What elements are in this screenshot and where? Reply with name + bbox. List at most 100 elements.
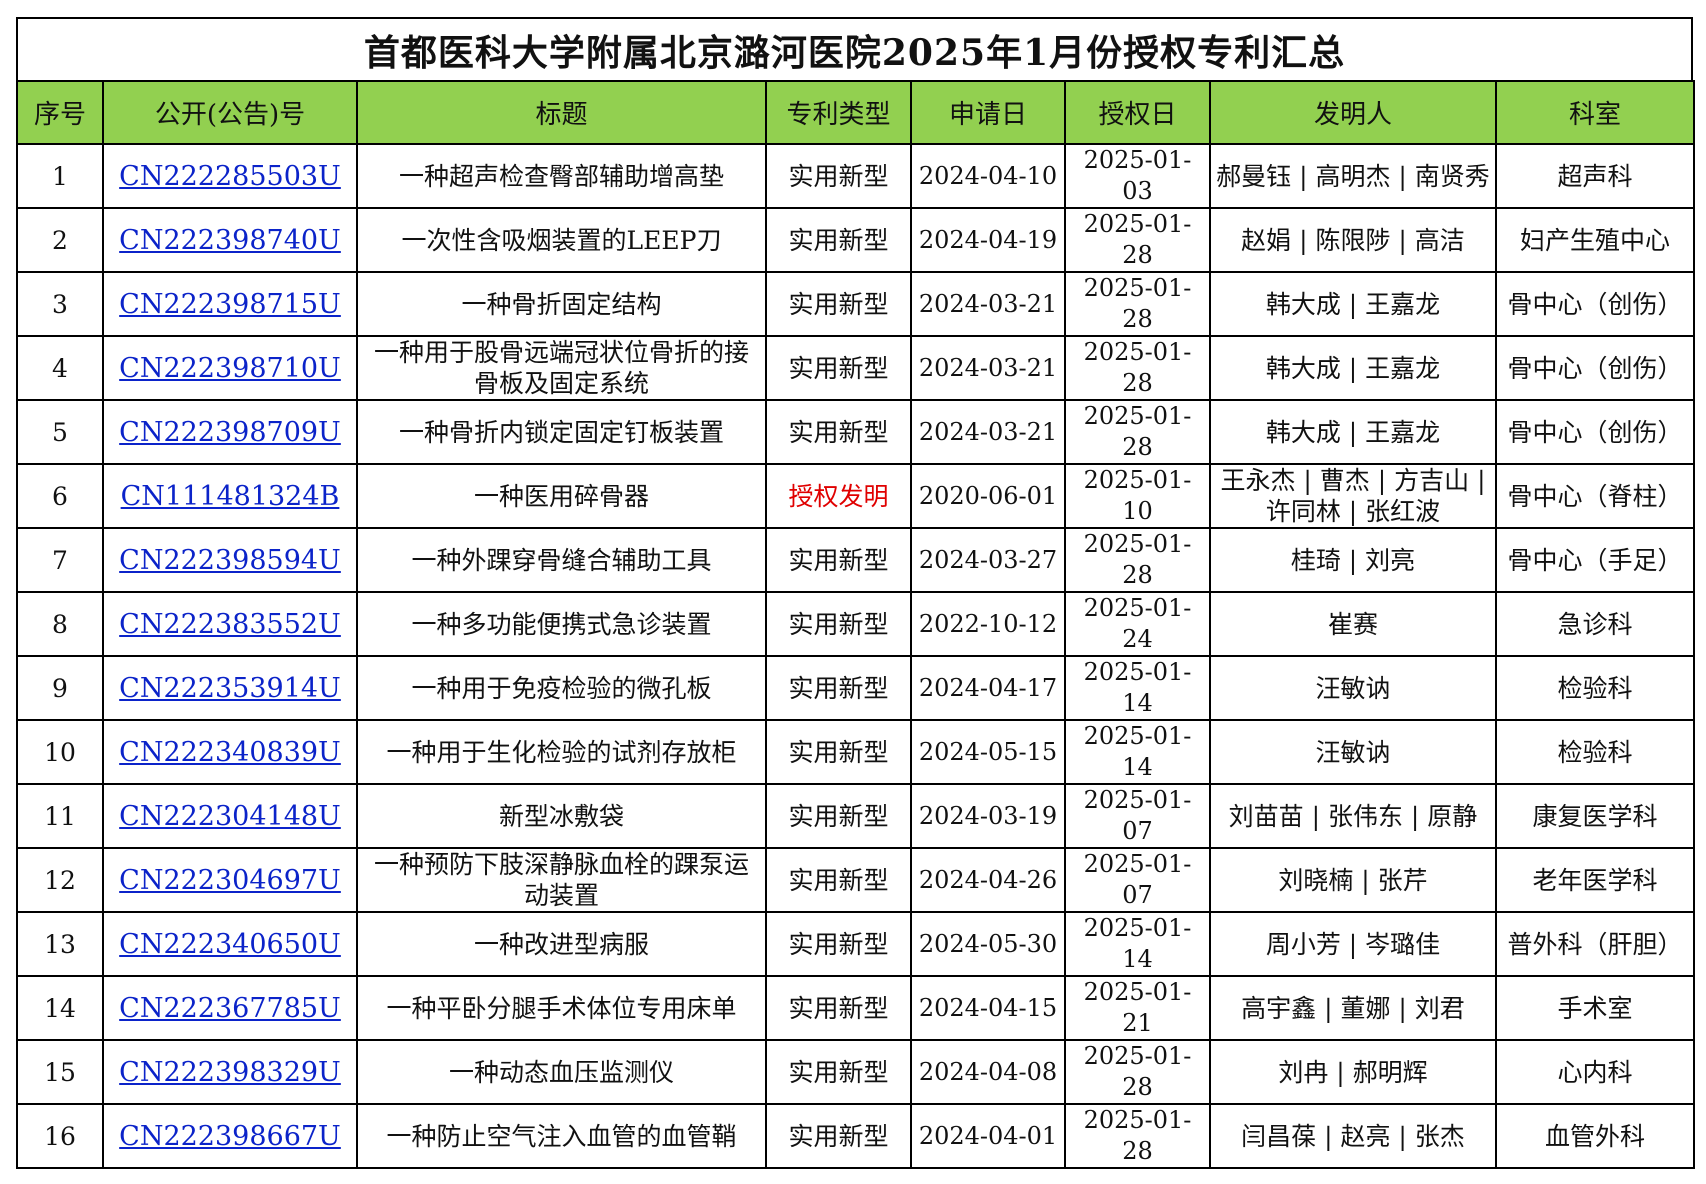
inventors: 韩大成 | 王嘉龙 (1209, 271, 1497, 337)
publication-number-link[interactable]: CN222398709U (119, 417, 341, 448)
table-row: 3 CN222398715U 一种骨折固定结构 实用新型 2024-03-21 2025-… (16, 271, 1695, 337)
publication-number-link[interactable]: CN222398715U (119, 289, 341, 320)
grant-date: 2025-01-24 (1064, 591, 1211, 657)
row-index: 1 (16, 143, 104, 209)
application-date: 2024-04-10 (910, 143, 1066, 209)
row-index: 8 (16, 591, 104, 657)
publication-number-cell: CN222398740U (102, 207, 358, 273)
application-date: 2024-04-01 (910, 1103, 1066, 1169)
patent-title: 一种改进型病服 (356, 911, 767, 977)
patent-title: 一种动态血压监测仪 (356, 1039, 767, 1105)
patent-table: 序号 公开(公告)号 标题 专利类型 申请日 授权日 发明人 科室 1 CN222… (16, 80, 1695, 1169)
application-date: 2024-04-19 (910, 207, 1066, 273)
publication-number-cell: CN222340650U (102, 911, 358, 977)
application-date: 2024-05-30 (910, 911, 1066, 977)
patent-type: 实用新型 (765, 399, 912, 465)
grant-date: 2025-01-28 (1064, 527, 1211, 593)
grant-date: 2025-01-28 (1064, 271, 1211, 337)
publication-number-link[interactable]: CN222383552U (119, 609, 341, 640)
application-date: 2024-04-08 (910, 1039, 1066, 1105)
inventors: 韩大成 | 王嘉龙 (1209, 399, 1497, 465)
publication-number-cell: CN222340839U (102, 719, 358, 785)
table-row: 10 CN222340839U 一种用于生化检验的试剂存放柜 实用新型 2024-05-… (16, 719, 1695, 785)
row-index: 14 (16, 975, 104, 1041)
patent-type: 实用新型 (765, 207, 912, 273)
publication-number-link[interactable]: CN222367785U (119, 993, 341, 1024)
publication-number-link[interactable]: CN222398667U (119, 1121, 341, 1152)
patent-title: 一种用于免疫检验的微孔板 (356, 655, 767, 721)
grant-date: 2025-01-14 (1064, 911, 1211, 977)
row-index: 15 (16, 1039, 104, 1105)
publication-number-link[interactable]: CN222398710U (119, 353, 341, 384)
publication-number-cell: CN222304697U (102, 847, 358, 913)
publication-number-link[interactable]: CN222285503U (119, 161, 341, 192)
publication-number-link[interactable]: CN222398329U (119, 1057, 341, 1088)
application-date: 2024-03-27 (910, 527, 1066, 593)
table-row: 4 CN222398710U 一种用于股骨远端冠状位骨折的接骨板及固定系统 实用新型 2… (16, 335, 1695, 401)
grant-date: 2025-01-03 (1064, 143, 1211, 209)
row-index: 10 (16, 719, 104, 785)
inventors: 韩大成 | 王嘉龙 (1209, 335, 1497, 401)
inventors: 周小芳 | 岑璐佳 (1209, 911, 1497, 977)
table-row: 9 CN222353914U 一种用于免疫检验的微孔板 实用新型 2024-04-17 2… (16, 655, 1695, 721)
department: 普外科（肝胆） (1495, 911, 1695, 977)
publication-number-link[interactable]: CN222340650U (119, 929, 341, 960)
department: 骨中心（创伤） (1495, 271, 1695, 337)
department: 骨中心（创伤） (1495, 335, 1695, 401)
grant-date: 2025-01-28 (1064, 1103, 1211, 1169)
application-date: 2024-03-21 (910, 271, 1066, 337)
application-date: 2024-03-21 (910, 399, 1066, 465)
department: 老年医学科 (1495, 847, 1695, 913)
publication-number-cell: CN222398709U (102, 399, 358, 465)
row-index: 7 (16, 527, 104, 593)
publication-number-link[interactable]: CN111481324B (121, 481, 340, 512)
grant-date: 2025-01-28 (1064, 1039, 1211, 1105)
row-index: 2 (16, 207, 104, 273)
publication-number-link[interactable]: CN222398594U (119, 545, 341, 576)
patent-type: 实用新型 (765, 143, 912, 209)
publication-number-link[interactable]: CN222304697U (119, 865, 341, 896)
patent-type: 实用新型 (765, 1103, 912, 1169)
row-index: 11 (16, 783, 104, 849)
inventors: 赵娟 | 陈限陟 | 高洁 (1209, 207, 1497, 273)
department: 心内科 (1495, 1039, 1695, 1105)
sheet-title: 首都医科大学附属北京潞河医院2025年1月份授权专利汇总 (363, 31, 1346, 74)
grant-date: 2025-01-14 (1064, 655, 1211, 721)
application-date: 2024-04-17 (910, 655, 1066, 721)
table-row: 7 CN222398594U 一种外踝穿骨缝合辅助工具 实用新型 2024-03-27 2… (16, 527, 1695, 593)
publication-number-cell: CN222398329U (102, 1039, 358, 1105)
publication-number-link[interactable]: CN222340839U (119, 737, 341, 768)
patent-type: 实用新型 (765, 847, 912, 913)
header-patent-type: 专利类型 (765, 80, 912, 145)
header-row: 序号 公开(公告)号 标题 专利类型 申请日 授权日 发明人 科室 (16, 80, 1695, 145)
department: 骨中心（手足） (1495, 527, 1695, 593)
table-row: 5 CN222398709U 一种骨折内锁定固定钉板装置 实用新型 2024-03-21… (16, 399, 1695, 465)
patent-title: 一种骨折内锁定固定钉板装置 (356, 399, 767, 465)
header-application-date: 申请日 (910, 80, 1066, 145)
publication-number-link[interactable]: CN222398740U (119, 225, 341, 256)
row-index: 3 (16, 271, 104, 337)
table-row: 2 CN222398740U 一次性含吸烟装置的LEEP刀 实用新型 2024-04-1… (16, 207, 1695, 273)
department: 手术室 (1495, 975, 1695, 1041)
publication-number-cell: CN222367785U (102, 975, 358, 1041)
header-title: 标题 (356, 80, 767, 145)
patent-summary-sheet: 首都医科大学附属北京潞河医院2025年1月份授权专利汇总 序号 公开(公告)号 … (16, 17, 1695, 1169)
publication-number-link[interactable]: CN222304148U (119, 801, 341, 832)
patent-type: 实用新型 (765, 271, 912, 337)
patent-title: 一种超声检查臀部辅助增高垫 (356, 143, 767, 209)
table-row: 6 CN111481324B 一种医用碎骨器 授权发明 2020-06-01 2025-0… (16, 463, 1695, 529)
publication-number-link[interactable]: CN222353914U (119, 673, 341, 704)
department: 急诊科 (1495, 591, 1695, 657)
table-row: 15 CN222398329U 一种动态血压监测仪 实用新型 2024-04-08 202… (16, 1039, 1695, 1105)
inventors: 刘苗苗 | 张伟东 | 原静 (1209, 783, 1497, 849)
patent-title: 一种用于生化检验的试剂存放柜 (356, 719, 767, 785)
grant-date: 2025-01-21 (1064, 975, 1211, 1041)
header-department: 科室 (1495, 80, 1695, 145)
inventors: 崔赛 (1209, 591, 1497, 657)
patent-type: 实用新型 (765, 655, 912, 721)
grant-date: 2025-01-28 (1064, 335, 1211, 401)
patent-type: 实用新型 (765, 1039, 912, 1105)
application-date: 2020-06-01 (910, 463, 1066, 529)
department: 骨中心（创伤） (1495, 399, 1695, 465)
patent-title: 一次性含吸烟装置的LEEP刀 (356, 207, 767, 273)
